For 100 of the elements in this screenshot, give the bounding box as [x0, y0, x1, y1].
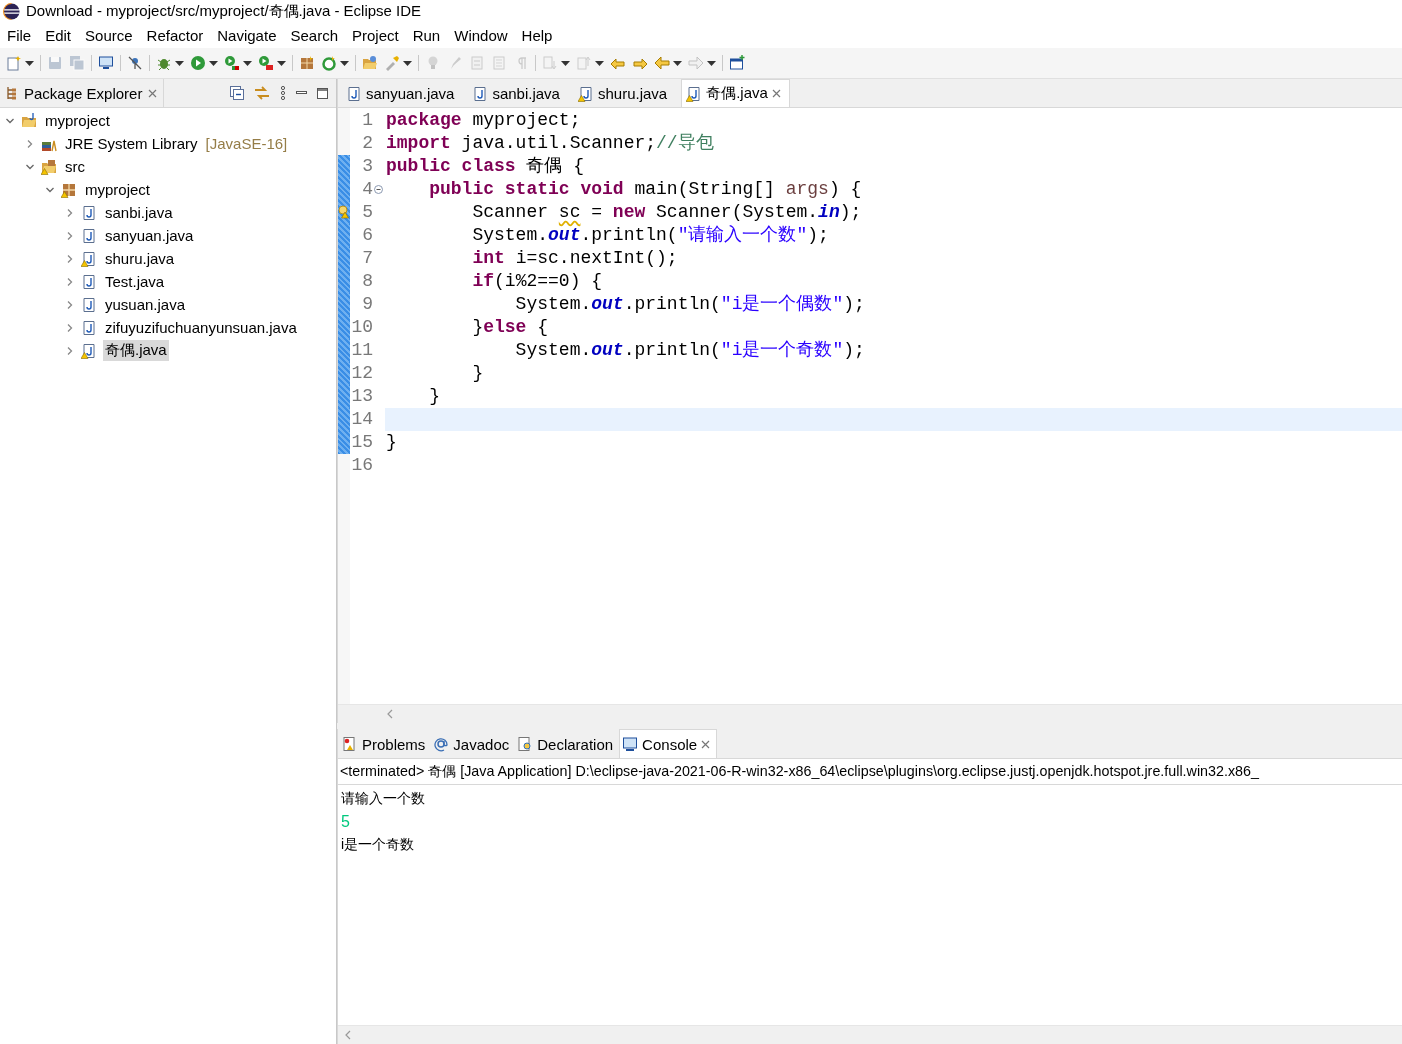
code-line: System.out.println("请输入一个数");: [471, 225, 829, 245]
tree-item[interactable]: myproject: [43, 111, 113, 130]
menu-item[interactable]: File: [0, 26, 39, 44]
line-number: 3: [361, 155, 373, 178]
chevron-right-icon[interactable]: [65, 345, 75, 356]
menu-item[interactable]: Navigate: [210, 26, 284, 44]
tree-item[interactable]: Test.java: [103, 272, 167, 291]
line-number: 9: [361, 293, 373, 316]
code-line: if(i%2==0) {: [471, 271, 603, 291]
editor-tab[interactable]: sanyuan.java: [342, 80, 469, 107]
code-line: }: [386, 432, 397, 452]
scroll-left-icon[interactable]: [344, 1030, 351, 1040]
line-number: 14: [351, 408, 373, 431]
menu-item[interactable]: Window: [447, 26, 515, 44]
warning-bulb-icon[interactable]: [338, 205, 350, 219]
problems-icon: [342, 736, 358, 752]
chevron-right-icon[interactable]: [65, 276, 75, 287]
caret-down-icon[interactable]: [209, 60, 218, 66]
tree-item[interactable]: zifuyuzifuchuanyunsuan.java: [103, 318, 299, 337]
horizontal-scrollbar[interactable]: [338, 1025, 1402, 1044]
line-number: 8: [361, 270, 373, 293]
caret-down-icon[interactable]: [25, 60, 34, 66]
code-line: import java.util.Scanner;//导包: [386, 133, 714, 153]
minimize-icon[interactable]: [296, 91, 307, 95]
menu-item[interactable]: Search: [283, 26, 345, 44]
caret-down-icon[interactable]: [175, 60, 184, 66]
tree-item[interactable]: yusuan.java: [103, 295, 188, 314]
caret-down-icon[interactable]: [340, 60, 349, 66]
console-output-text: i是一个奇数: [341, 836, 415, 852]
view-tab[interactable]: Declaration: [515, 730, 620, 758]
line-number: 10: [351, 316, 373, 339]
maximize-icon[interactable]: [317, 87, 328, 99]
link-arrows-icon[interactable]: [254, 86, 270, 100]
code-line: public class 奇偶 {: [386, 156, 585, 176]
code-line: System.out.println("i是一个奇数");: [514, 340, 865, 360]
code-line: }else {: [471, 317, 549, 337]
javadoc-icon: [433, 736, 450, 752]
tree-item[interactable]: myproject: [83, 180, 153, 199]
caret-down-icon[interactable]: [243, 60, 252, 66]
scroll-left-icon[interactable]: [386, 709, 393, 719]
window-title: Download - myproject/src/myproject/奇偶.java - Eclipse IDE: [26, 1, 422, 21]
menu-item[interactable]: Edit: [38, 26, 79, 44]
editor-tab[interactable]: shuru.java: [573, 80, 682, 107]
menu-item[interactable]: Source: [78, 26, 140, 44]
menu-item[interactable]: Project: [345, 26, 406, 44]
console-output-text: 请输入一个数: [341, 790, 425, 806]
code-line: package myproject;: [386, 110, 581, 130]
menu-item[interactable]: Run: [405, 26, 448, 44]
line-number: 7: [361, 247, 373, 270]
tree-item[interactable]: sanyuan.java: [103, 226, 196, 245]
line-number: 4: [361, 178, 373, 201]
code-line: Scanner sc = new Scanner(System.in);: [471, 202, 862, 222]
code-line: }: [471, 363, 484, 383]
chevron-right-icon[interactable]: [65, 322, 75, 333]
view-tab[interactable]: Console: [619, 729, 718, 758]
line-number: 15: [351, 431, 373, 454]
line-number: 5: [361, 201, 373, 224]
line-number: 6: [361, 224, 373, 247]
tree-item[interactable]: src: [63, 157, 87, 176]
chevron-right-icon[interactable]: [25, 138, 35, 149]
caret-down-icon[interactable]: [277, 60, 286, 66]
menu-item[interactable]: Refactor: [139, 26, 211, 44]
tree-item[interactable]: shuru.java: [103, 249, 177, 268]
line-number: 12: [351, 362, 373, 385]
horizontal-scrollbar[interactable]: [338, 704, 1402, 723]
chevron-right-icon[interactable]: [65, 207, 75, 218]
line-number: 11: [351, 339, 373, 362]
menu-item[interactable]: Help: [514, 26, 560, 44]
collapse-icon[interactable]: [374, 185, 383, 194]
tree-item[interactable]: JRE System Library: [63, 134, 200, 153]
close-icon[interactable]: [771, 89, 781, 98]
line-number: 16: [351, 454, 373, 477]
line-number: 13: [351, 385, 373, 408]
typed-number-text: 5: [341, 813, 350, 830]
close-icon[interactable]: [701, 739, 711, 749]
caret-down-icon[interactable]: [673, 60, 682, 66]
console-header: <terminated> 奇偶 [Java Application] D:\eclipse-java-2021-06-R-win32-x86_64\eclipse\plugins\org.eclipse.justj.openjdk.hotspot.jre.full.win32.x86_: [338, 759, 1402, 785]
chevron-right-icon[interactable]: [65, 299, 75, 310]
tree-item-detail: [JavaSE-16]: [205, 135, 288, 152]
collapse-all-icon[interactable]: [230, 86, 244, 100]
chevron-right-icon[interactable]: [65, 230, 75, 241]
line-number: 1: [361, 109, 373, 132]
editor-tab[interactable]: sanbi.java: [468, 80, 574, 107]
line-number: 2: [361, 132, 373, 155]
code-line: }: [428, 386, 440, 406]
declaration-icon: [517, 736, 534, 752]
tree-item[interactable]: sanbi.java: [103, 203, 175, 222]
editor-tab[interactable]: 奇偶.java: [681, 79, 790, 107]
close-icon[interactable]: [148, 88, 158, 98]
view-menu-icon[interactable]: [280, 86, 286, 100]
tree-item[interactable]: 奇偶.java: [103, 340, 169, 361]
code-line: System.out.println("i是一个偶数");: [514, 294, 865, 314]
view-title: Package Explorer: [24, 84, 143, 102]
chevron-right-icon[interactable]: [65, 253, 75, 264]
view-tab[interactable]: Javadoc: [431, 730, 516, 758]
view-tab[interactable]: Problems: [340, 730, 432, 758]
hierarchy-icon: [6, 86, 18, 100]
code-line: public static void main(String[] args) {: [428, 179, 862, 199]
console-icon: [622, 736, 639, 752]
caret-down-icon[interactable]: [403, 60, 412, 66]
